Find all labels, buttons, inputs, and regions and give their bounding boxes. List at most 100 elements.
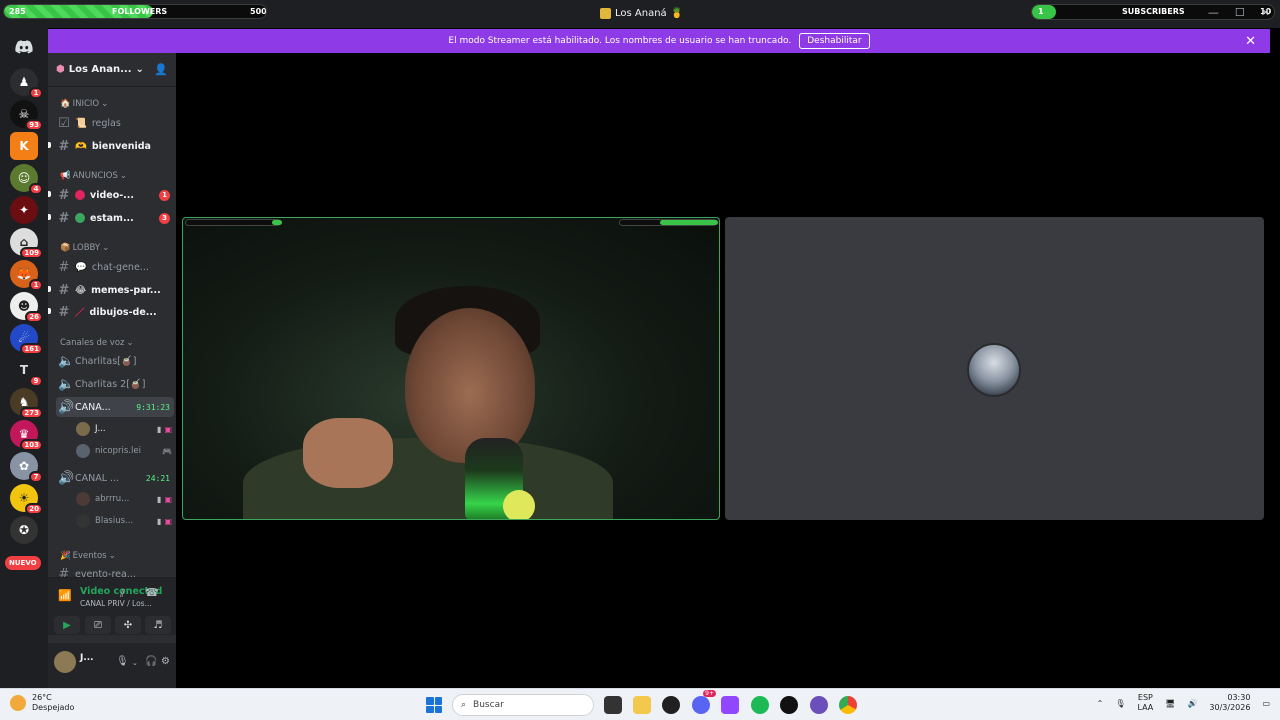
signal-icon[interactable]: 📶: [58, 589, 72, 602]
discord-icon[interactable]: 9+: [692, 690, 716, 714]
chatgpt-icon[interactable]: [662, 696, 680, 714]
voice-user[interactable]: nicopris.lei 🎮: [76, 442, 172, 460]
speaker-icon: 🔈: [58, 353, 75, 369]
tiktok-icon[interactable]: [780, 696, 798, 714]
task-view-icon[interactable]: [604, 696, 622, 714]
voice-user[interactable]: abrrru... ▮ ▣: [76, 490, 172, 508]
hash-icon: #: [58, 304, 70, 320]
voice-connected-panel: 📶 Video conectad CANAL PRIV / Los... ⫽ ☎…: [48, 577, 176, 635]
taskbar-search[interactable]: ⌕ Buscar: [452, 694, 594, 716]
disable-streamer-button[interactable]: Deshabilitar: [799, 33, 870, 49]
server-icon[interactable]: 🦊 1: [10, 260, 43, 291]
volume-icon[interactable]: 🔊: [1187, 699, 1197, 708]
video-subject-face: [405, 308, 535, 463]
user-name[interactable]: J...: [80, 653, 94, 663]
server-icon[interactable]: ☠ 93: [10, 100, 43, 131]
close-icon[interactable]: ✕: [1245, 34, 1256, 49]
voice-user[interactable]: J... ▮ ▣: [76, 420, 172, 438]
unread-indicator: [48, 142, 51, 148]
microphone-icon[interactable]: 🎙: [1115, 699, 1125, 708]
unread-badge: 9: [29, 375, 43, 387]
noise-suppression-icon[interactable]: ⫽: [120, 587, 125, 601]
category-lobby[interactable]: 📦 LOBBY ⌄: [60, 243, 109, 253]
brush-icon: ／: [75, 308, 85, 319]
server-icon[interactable]: ☄ 161: [10, 324, 43, 355]
channel-chat[interactable]: # 💬 chat-gene...: [56, 257, 174, 277]
voice-channel-charlitas[interactable]: 🔈 Charlitas[🧉]: [56, 351, 174, 371]
screen-share-button[interactable]: ⎚: [85, 616, 111, 634]
clock[interactable]: 03:30 30/3/2026: [1209, 693, 1250, 713]
voice-channel-link[interactable]: CANAL PRIV / Los...: [80, 599, 152, 608]
headphones-icon[interactable]: 🎧: [145, 656, 157, 667]
activities-button[interactable]: ✣: [115, 616, 141, 634]
server-icon[interactable]: T9: [10, 356, 43, 387]
server-icon[interactable]: ✦: [10, 196, 38, 224]
video-tile-user[interactable]: [725, 217, 1264, 520]
minimize-icon[interactable]: —: [1208, 6, 1219, 19]
channel-video[interactable]: # video-... 1: [56, 185, 174, 205]
microphone-icon[interactable]: 🎙: [116, 656, 129, 667]
add-member-icon[interactable]: 👤: [154, 63, 168, 76]
wave-icon: 🫶: [75, 140, 87, 152]
app-icon[interactable]: [810, 696, 828, 714]
video-tile-webcam[interactable]: [182, 217, 720, 520]
category-inicio[interactable]: 🏠 INICIO ⌄: [60, 99, 108, 109]
spotify-icon[interactable]: [751, 696, 769, 714]
voice-channel-charlitas2[interactable]: 🔈 Charlitas 2[🧉]: [56, 374, 174, 394]
category-anuncios[interactable]: 📢 ANUNCIOS ⌄: [60, 171, 127, 181]
channel-bienvenida[interactable]: # 🫶 bienvenida: [56, 136, 174, 156]
laugh-icon: 😂: [75, 284, 87, 296]
maximize-icon[interactable]: ☐: [1235, 6, 1245, 19]
server-icon[interactable]: K: [10, 132, 38, 160]
server-icon[interactable]: ⌂ 109: [10, 228, 43, 259]
weather-widget[interactable]: 26°C Despejado: [10, 693, 74, 713]
voice-user[interactable]: Blasius... ▮ ▣: [76, 512, 172, 530]
unread-indicator: [48, 191, 51, 197]
server-icon[interactable]: ✿ 7: [10, 452, 43, 483]
avatar[interactable]: [54, 651, 76, 673]
server-icon[interactable]: ♛ 103: [10, 420, 43, 451]
voice-channel-canal[interactable]: 🔊 CANAL ... 24:21: [56, 468, 174, 488]
file-explorer-icon[interactable]: [633, 696, 651, 714]
server-icon[interactable]: ♞ 273: [10, 388, 43, 419]
discord-home-icon[interactable]: [10, 33, 38, 61]
new-servers-pill[interactable]: NUEVO: [5, 556, 41, 570]
camera-toggle-button[interactable]: ▶: [54, 616, 80, 634]
mention-badge: 1: [159, 189, 170, 201]
channel-dibujos[interactable]: # ／ dibujos-de...: [56, 302, 174, 322]
close-icon[interactable]: ✕: [1261, 6, 1270, 19]
channel-memes[interactable]: # 😂 memes-par...: [56, 280, 174, 300]
chevron-down-icon: ⌄: [102, 243, 110, 253]
voice-channel-canal-active[interactable]: 🔊 CANA... 9:31:23: [56, 397, 174, 417]
soundboard-button[interactable]: ♬: [145, 616, 171, 634]
hash-icon: #: [58, 259, 70, 275]
server-icon[interactable]: ☻ 26: [10, 292, 43, 323]
chevron-down-icon[interactable]: ⌄: [132, 659, 138, 667]
language-code: ESP: [1137, 693, 1153, 702]
unread-badge: 1: [29, 279, 43, 291]
server-icon[interactable]: ✪: [10, 516, 38, 544]
gear-icon[interactable]: ⚙: [161, 656, 170, 667]
network-icon[interactable]: 🖥: [1165, 699, 1175, 708]
server-icon[interactable]: ♟ 1: [10, 68, 43, 99]
channel-label: chat-gene...: [91, 261, 149, 273]
twitch-icon[interactable]: [721, 696, 739, 714]
language-indicator[interactable]: ESP LAA: [1137, 693, 1153, 713]
channel-reglas[interactable]: ☑ 📜 reglas: [56, 113, 174, 133]
time: 03:30: [1227, 693, 1251, 702]
notifications-icon[interactable]: ▭: [1262, 699, 1270, 708]
video-subject-body: [243, 438, 613, 519]
windows-taskbar: 26°C Despejado ⌕ Buscar 9+ ⌃ 🎙 ESP LAA 🖥 🔊…: [0, 688, 1280, 720]
server-icon: [600, 8, 611, 19]
category-voz[interactable]: Canales de voz ⌄: [60, 338, 134, 348]
rules-channel-icon: ☑: [58, 115, 70, 131]
server-header[interactable]: ⬢ Los Anan... ⌄ 👤: [48, 53, 176, 87]
server-icon[interactable]: ☺ 4: [10, 164, 43, 195]
chrome-icon[interactable]: [839, 696, 857, 714]
chevron-up-icon[interactable]: ⌃: [1097, 699, 1104, 708]
disconnect-icon[interactable]: ☎: [145, 586, 159, 599]
server-icon[interactable]: ☀ 20: [10, 484, 43, 515]
channel-estam[interactable]: # estam... 3: [56, 208, 174, 228]
windows-start-icon[interactable]: [426, 697, 442, 713]
category-eventos[interactable]: 🎉 Eventos ⌄: [60, 551, 116, 561]
